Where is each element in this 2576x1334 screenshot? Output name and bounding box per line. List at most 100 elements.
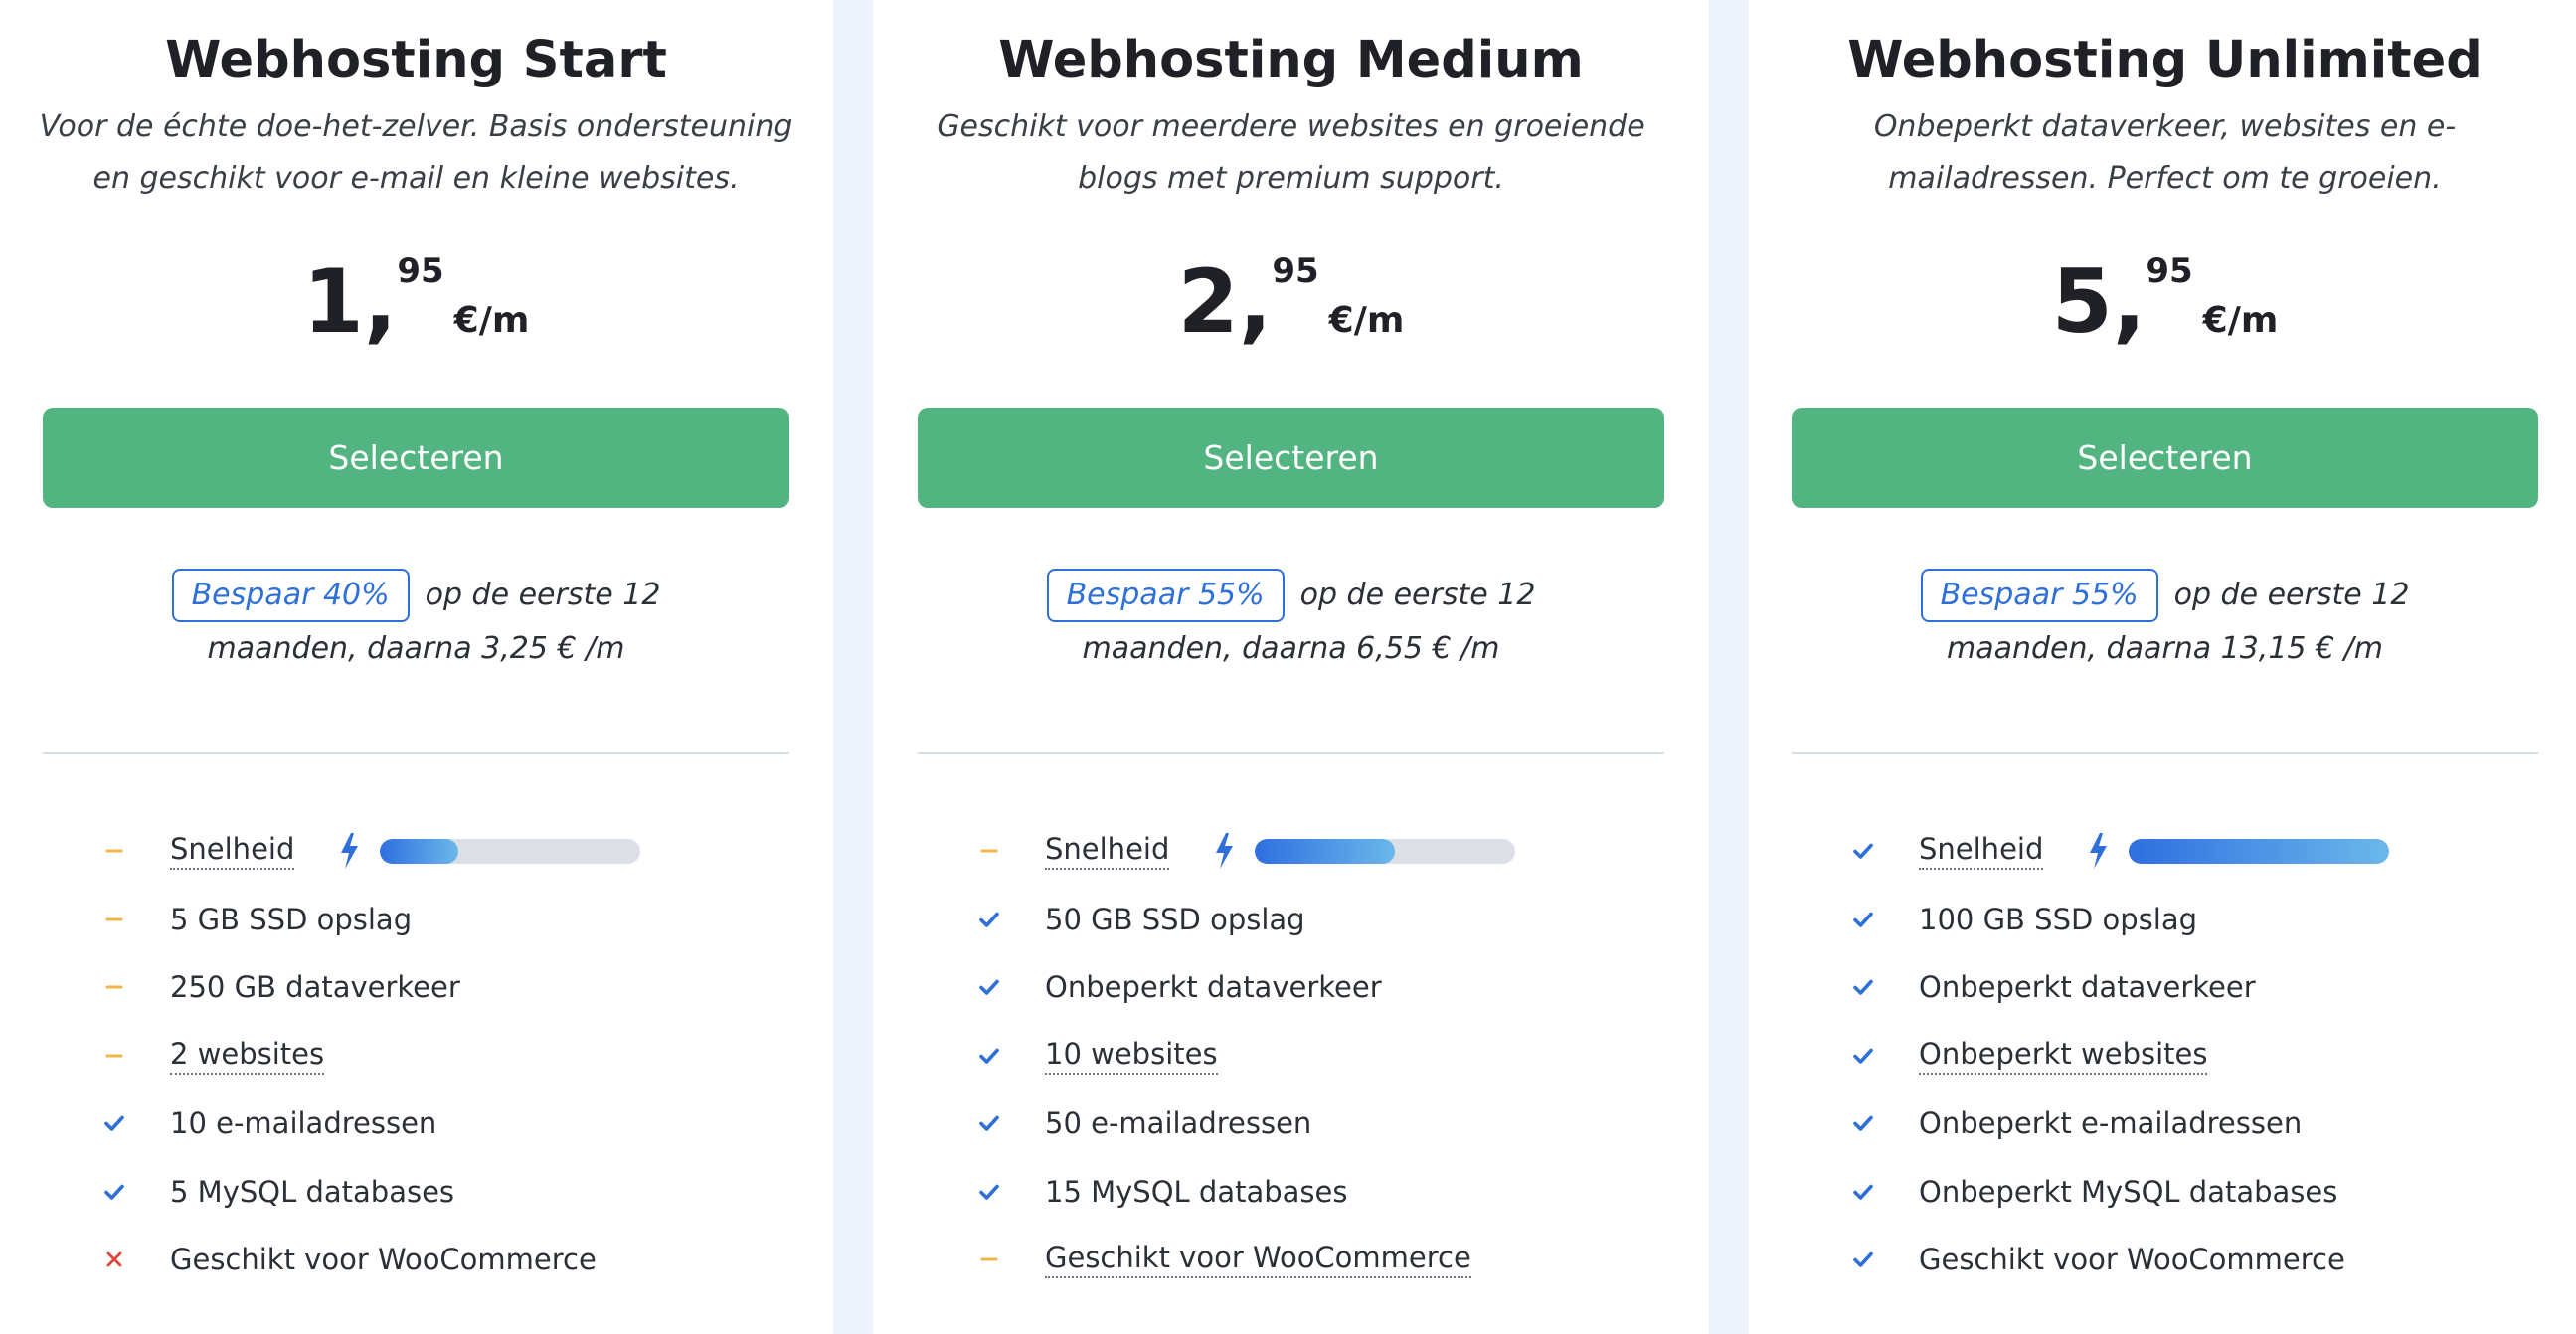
feature-label[interactable]: Geschikt voor WooCommerce: [1045, 1241, 1471, 1279]
feature-label[interactable]: Snelheid: [1045, 832, 1170, 871]
dash-icon: [102, 839, 126, 863]
check-icon: [1851, 1248, 1875, 1271]
check-icon: [102, 1111, 126, 1135]
feature-item: 100 GB SSD opslag: [1792, 886, 2538, 954]
feature-label: 10 e-mailadressen: [170, 1106, 437, 1141]
promo-text: Bespaar 55% op de eerste 12 maanden, daar…: [918, 569, 1664, 676]
check-icon: [102, 1180, 126, 1204]
cross-icon: [102, 1248, 126, 1271]
dash-icon: [102, 975, 126, 999]
feature-item: Snelheid: [43, 817, 789, 886]
pricing-page: Webhosting Start Voor de échte doe-het-z…: [0, 0, 2576, 1334]
price-unit: €/m: [2202, 300, 2279, 341]
plan-description-line: mailadressen. Perfect om te groeien.: [1888, 161, 2442, 196]
plan-card-start: Webhosting Start Voor de échte doe-het-z…: [0, 0, 833, 1334]
feature-label: Onbeperkt MySQL databases: [1919, 1174, 2338, 1209]
check-icon: [1851, 1111, 1875, 1135]
lightning-icon: [336, 831, 362, 871]
plan-title: Webhosting Start: [165, 31, 667, 89]
price-cents: 95: [1272, 251, 1319, 291]
speed-bar: [380, 838, 640, 864]
check-icon: [977, 1111, 1001, 1135]
promo-text: Bespaar 40% op de eerste 12 maanden, daar…: [43, 569, 789, 676]
plan-title: Webhosting Medium: [998, 31, 1584, 89]
discount-badge: Bespaar 55%: [1046, 569, 1285, 622]
plan-description-line: Geschikt voor meerdere websites en groei…: [937, 109, 1645, 144]
feature-item: Onbeperkt MySQL databases: [1792, 1158, 2538, 1227]
feature-item: 50 e-mailadressen: [918, 1089, 1664, 1158]
discount-badge: Bespaar 55%: [1920, 569, 2158, 622]
feature-label[interactable]: Snelheid: [1919, 832, 2044, 871]
feature-item: 5 GB SSD opslag: [43, 886, 789, 954]
divider: [1792, 752, 2538, 754]
plan-card-medium: Webhosting Medium Geschikt voor meerdere…: [873, 0, 1709, 1334]
price-integer: 1,: [302, 250, 398, 353]
plan-description: Geschikt voor meerdere websites en groei…: [898, 101, 1684, 205]
lightning-icon: [1211, 831, 1237, 871]
feature-item: Geschikt voor WooCommerce: [43, 1226, 789, 1294]
check-icon: [1851, 1044, 1875, 1068]
plan-card-unlimited: Webhosting Unlimited Onbeperkt dataverke…: [1749, 0, 2576, 1334]
feature-label[interactable]: Snelheid: [170, 832, 295, 871]
promo-line: op de eerste 12: [2173, 578, 2410, 612]
feature-label: 100 GB SSD opslag: [1919, 902, 2198, 936]
check-icon: [1851, 839, 1875, 863]
speed-bar-fill: [2129, 838, 2389, 864]
feature-list: Snelheid 100 GB SSD opslag Onbeperkt datav…: [1792, 817, 2538, 1294]
price-unit: €/m: [453, 300, 530, 341]
feature-item: Geschikt voor WooCommerce: [1792, 1226, 2538, 1294]
feature-item: 250 GB dataverkeer: [43, 953, 789, 1022]
price-integer: 5,: [2051, 250, 2147, 353]
plan-price: 1,95€/m: [43, 250, 789, 353]
speed-bar: [1255, 838, 1515, 864]
plan-description: Onbeperkt dataverkeer, websites en e- ma…: [1772, 101, 2558, 205]
feature-label: 5 GB SSD opslag: [170, 902, 413, 936]
feature-item: 50 GB SSD opslag: [918, 886, 1664, 954]
divider: [43, 752, 789, 754]
feature-item: Onbeperkt dataverkeer: [1792, 953, 2538, 1022]
feature-list: Snelheid 5 GB SSD opslag 250 GB dataverkee…: [43, 817, 789, 1294]
select-button[interactable]: Selecteren: [1792, 408, 2538, 508]
plan-description-line: Voor de échte doe-het-zelver. Basis onde…: [39, 109, 793, 144]
select-button[interactable]: Selecteren: [43, 408, 789, 508]
divider: [918, 752, 1664, 754]
promo-line: maanden, daarna 3,25 € /m: [207, 631, 625, 666]
feature-label: Onbeperkt dataverkeer: [1045, 970, 1382, 1005]
promo-line: op de eerste 12: [1299, 578, 1536, 612]
check-icon: [1851, 908, 1875, 931]
check-icon: [977, 1044, 1001, 1068]
check-icon: [1851, 1180, 1875, 1204]
feature-item: Onbeperkt e-mailadressen: [1792, 1089, 2538, 1158]
price-integer: 2,: [1177, 250, 1273, 353]
promo-text: Bespaar 55% op de eerste 12 maanden, daar…: [1792, 569, 2538, 676]
feature-item: 15 MySQL databases: [918, 1158, 1664, 1227]
plan-description-line: Onbeperkt dataverkeer, websites en e-: [1873, 109, 2457, 144]
price-cents: 95: [397, 251, 444, 291]
feature-item: 5 MySQL databases: [43, 1158, 789, 1227]
feature-label: Geschikt voor WooCommerce: [1919, 1243, 2345, 1277]
feature-label: 15 MySQL databases: [1045, 1174, 1348, 1209]
plan-description-line: en geschikt voor e-mail en kleine websit…: [92, 161, 740, 196]
dash-icon: [977, 839, 1001, 863]
promo-line: op de eerste 12: [425, 578, 661, 612]
lightning-icon: [2085, 831, 2111, 871]
plan-description: Voor de échte doe-het-zelver. Basis onde…: [23, 101, 809, 205]
feature-label[interactable]: Onbeperkt websites: [1919, 1037, 2208, 1075]
feature-label: 50 e-mailadressen: [1045, 1106, 1312, 1141]
price-cents: 95: [2146, 251, 2193, 291]
feature-label: Onbeperkt dataverkeer: [1919, 970, 2256, 1005]
check-icon: [977, 908, 1001, 931]
price-unit: €/m: [1328, 300, 1405, 341]
feature-label[interactable]: 10 websites: [1045, 1037, 1218, 1075]
feature-item: 10 websites: [918, 1022, 1664, 1090]
check-icon: [1851, 975, 1875, 999]
dash-icon: [977, 1248, 1001, 1271]
check-icon: [977, 1180, 1001, 1204]
feature-label: 250 GB dataverkeer: [170, 970, 460, 1005]
promo-line: maanden, daarna 6,55 € /m: [1082, 631, 1500, 666]
feature-label[interactable]: 2 websites: [170, 1037, 325, 1075]
check-icon: [977, 975, 1001, 999]
feature-item: Snelheid: [1792, 817, 2538, 886]
select-button[interactable]: Selecteren: [918, 408, 1664, 508]
plan-description-line: blogs met premium support.: [1078, 161, 1504, 196]
